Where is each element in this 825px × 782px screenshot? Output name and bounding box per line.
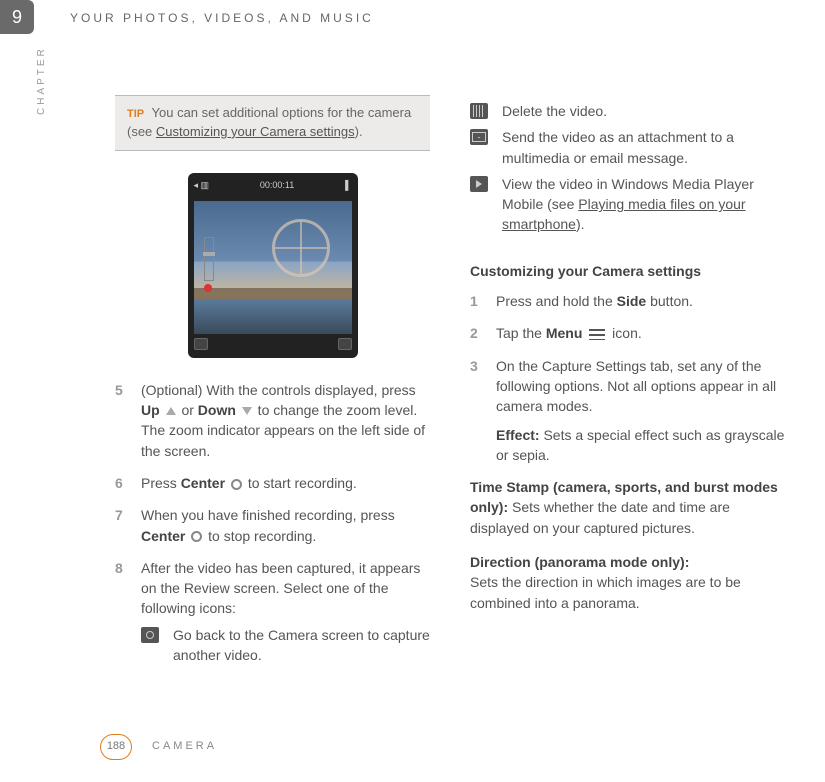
center-circle-icon xyxy=(191,531,202,542)
trash-icon xyxy=(470,103,488,119)
key-center: Center xyxy=(141,528,185,544)
ferris-wheel-illustration xyxy=(272,219,330,277)
footer-section-label: CAMERA xyxy=(152,739,217,755)
tip-link[interactable]: Customizing your Camera settings xyxy=(156,124,355,139)
step-number: 6 xyxy=(115,473,129,493)
step-8: 8 After the video has been captured, it … xyxy=(115,558,430,671)
camera-icon xyxy=(141,627,159,643)
zoom-indicator xyxy=(204,237,214,281)
key-up: Up xyxy=(141,402,160,418)
cust-step-3: 3 On the Capture Settings tab, set any o… xyxy=(470,356,785,465)
step-5: 5 (Optional) With the controls displayed… xyxy=(115,380,430,461)
step-number: 2 xyxy=(470,323,484,343)
mail-icon xyxy=(470,129,488,145)
step-number: 5 xyxy=(115,380,129,461)
chapter-label-vertical: CHAPTER xyxy=(35,35,50,115)
step-text: After the video has been captured, it ap… xyxy=(141,560,420,617)
step-number: 3 xyxy=(470,356,484,465)
trash-icon-desc: Delete the video. xyxy=(502,101,785,121)
screenshot-battery-icon: ▌ xyxy=(345,179,351,192)
menu-label: Menu xyxy=(546,325,583,341)
step-number: 1 xyxy=(470,291,484,311)
device-screenshot: ◂ ▥ 00:00:11 ▌ xyxy=(188,173,358,358)
cust-step-2: 2 Tap the Menu icon. xyxy=(470,323,785,343)
up-arrow-icon xyxy=(166,407,176,415)
cust-step-1: 1 Press and hold the Side button. xyxy=(470,291,785,311)
direction-text: Sets the direction in which images are t… xyxy=(470,574,741,610)
key-down: Down xyxy=(198,402,236,418)
step-7: 7 When you have finished recording, pres… xyxy=(115,505,430,546)
timestamp-text: Sets whether the date and time are displ… xyxy=(470,499,730,535)
step-number: 8 xyxy=(115,558,129,671)
step-number: 7 xyxy=(115,505,129,546)
step-text: On the Capture Settings tab, set any of … xyxy=(496,356,785,417)
step-6: 6 Press Center to start recording. xyxy=(115,473,430,493)
right-column: Delete the video. Send the video as an a… xyxy=(470,95,785,683)
record-indicator-icon xyxy=(204,284,212,292)
key-center: Center xyxy=(181,475,225,491)
effect-text: Sets a special effect such as grayscale … xyxy=(496,427,784,463)
camera-icon-desc: Go back to the Camera screen to capture … xyxy=(173,625,430,666)
menu-icon xyxy=(589,329,605,340)
left-column: TIP You can set additional options for t… xyxy=(115,95,430,683)
side-button: Side xyxy=(617,293,647,309)
screenshot-timecode: 00:00:11 xyxy=(260,179,294,192)
effect-label: Effect: xyxy=(496,427,540,443)
play-icon-desc-post: ). xyxy=(576,216,585,232)
page-footer: 188 CAMERA xyxy=(0,732,217,762)
tip-label: TIP xyxy=(127,108,144,120)
center-circle-icon xyxy=(231,479,242,490)
page-header: YOUR PHOTOS, VIDEOS, AND MUSIC xyxy=(70,10,374,27)
tip-text-post: ). xyxy=(355,124,363,139)
chapter-number-tab: 9 xyxy=(0,0,34,34)
down-arrow-icon xyxy=(242,407,252,415)
page-number: 188 xyxy=(100,734,132,760)
mail-icon-desc: Send the video as an attachment to a mul… xyxy=(502,127,785,168)
section-heading-customize: Customizing your Camera settings xyxy=(470,261,785,281)
direction-label: Direction (panorama mode only): xyxy=(470,554,689,570)
play-icon xyxy=(470,176,488,192)
tip-callout: TIP You can set additional options for t… xyxy=(115,95,430,151)
screenshot-back-icon: ◂ ▥ xyxy=(194,179,210,192)
